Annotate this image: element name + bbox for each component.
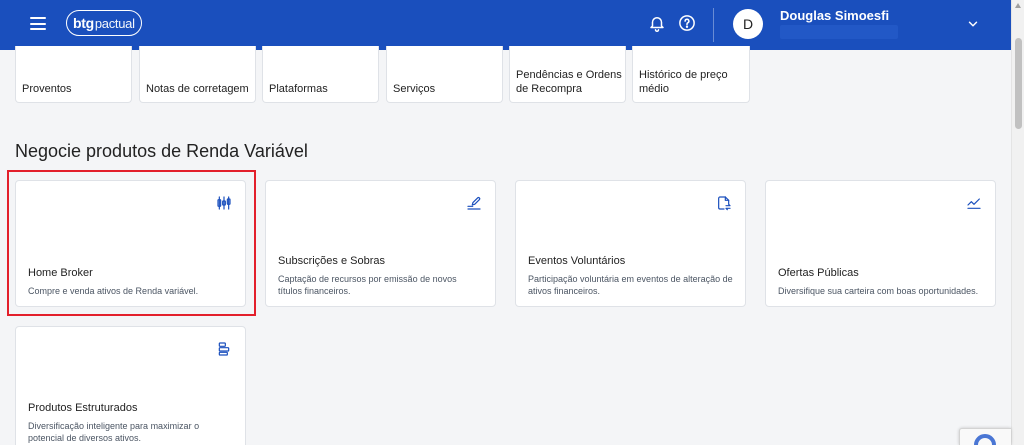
card-description: Diversifique sua carteira com boas oport…	[778, 286, 979, 296]
card-description: Diversificação inteligente para maximiza…	[28, 421, 200, 443]
logo-mark: btg	[73, 15, 94, 31]
quick-link-proventos[interactable]: Proventos	[15, 46, 132, 103]
quick-link-label: Serviços	[393, 83, 436, 95]
user-name[interactable]: Douglas Simoesfi	[780, 8, 889, 23]
card-produtos-estruturados[interactable]: Produtos Estruturados Diversificação int…	[15, 326, 246, 445]
quick-link-historico-preco[interactable]: Histórico de preço médio	[632, 46, 750, 103]
card-description: Captação de recursos por emissão de novo…	[278, 274, 457, 296]
section-title: Negocie produtos de Renda Variável	[15, 141, 308, 161]
quick-link-label: Plataformas	[269, 83, 328, 95]
highlight-frame	[7, 170, 256, 316]
bell-icon[interactable]	[648, 14, 666, 32]
quick-link-label: Proventos	[22, 83, 72, 95]
header-divider	[713, 8, 714, 42]
sign-pen-icon	[467, 196, 481, 210]
menu-icon[interactable]	[30, 17, 46, 30]
card-title: Subscrições e Sobras	[278, 255, 385, 267]
card-title: Ofertas Públicas	[778, 267, 859, 279]
quick-link-label: Histórico de preço médio	[639, 69, 728, 95]
help-icon[interactable]	[678, 14, 696, 32]
card-description: Participação voluntária em eventos de al…	[528, 274, 733, 296]
quick-link-label: Pendências e Ordens de Recompra	[516, 69, 622, 95]
btg-pactual-logo[interactable]: btg pactual	[66, 10, 142, 36]
avatar[interactable]: D	[733, 9, 763, 39]
trend-line-icon	[967, 198, 981, 209]
quick-link-plataformas[interactable]: Plataformas	[262, 46, 379, 103]
chevron-down-icon[interactable]	[966, 17, 980, 31]
logo-text: pactual	[94, 15, 135, 31]
recaptcha-badge[interactable]	[959, 428, 1011, 445]
quick-link-pendencias[interactable]: Pendências e Ordens de Recompra	[509, 46, 626, 103]
card-subscricoes-sobras[interactable]: Subscrições e Sobras Captação de recurso…	[265, 180, 496, 307]
stacked-layers-icon	[218, 342, 230, 356]
scroll-up-arrow-icon[interactable]	[1015, 3, 1021, 8]
recaptcha-icon	[974, 434, 996, 445]
card-ofertas-publicas[interactable]: Ofertas Públicas Diversifique sua cartei…	[765, 180, 996, 307]
document-exchange-icon	[718, 196, 731, 211]
quick-link-notas-corretagem[interactable]: Notas de corretagem	[139, 46, 256, 103]
card-title: Produtos Estruturados	[28, 402, 138, 414]
card-eventos-voluntarios[interactable]: Eventos Voluntários Participação voluntá…	[515, 180, 746, 307]
page-scrollbar[interactable]	[1011, 0, 1024, 445]
card-title: Eventos Voluntários	[528, 255, 626, 267]
user-account-redacted	[780, 25, 898, 39]
quick-link-label: Notas de corretagem	[146, 83, 249, 95]
scroll-thumb[interactable]	[1015, 38, 1022, 129]
top-navigation-bar: btg pactual D Douglas Simoesfi	[0, 0, 1011, 50]
quick-link-servicos[interactable]: Serviços	[386, 46, 503, 103]
